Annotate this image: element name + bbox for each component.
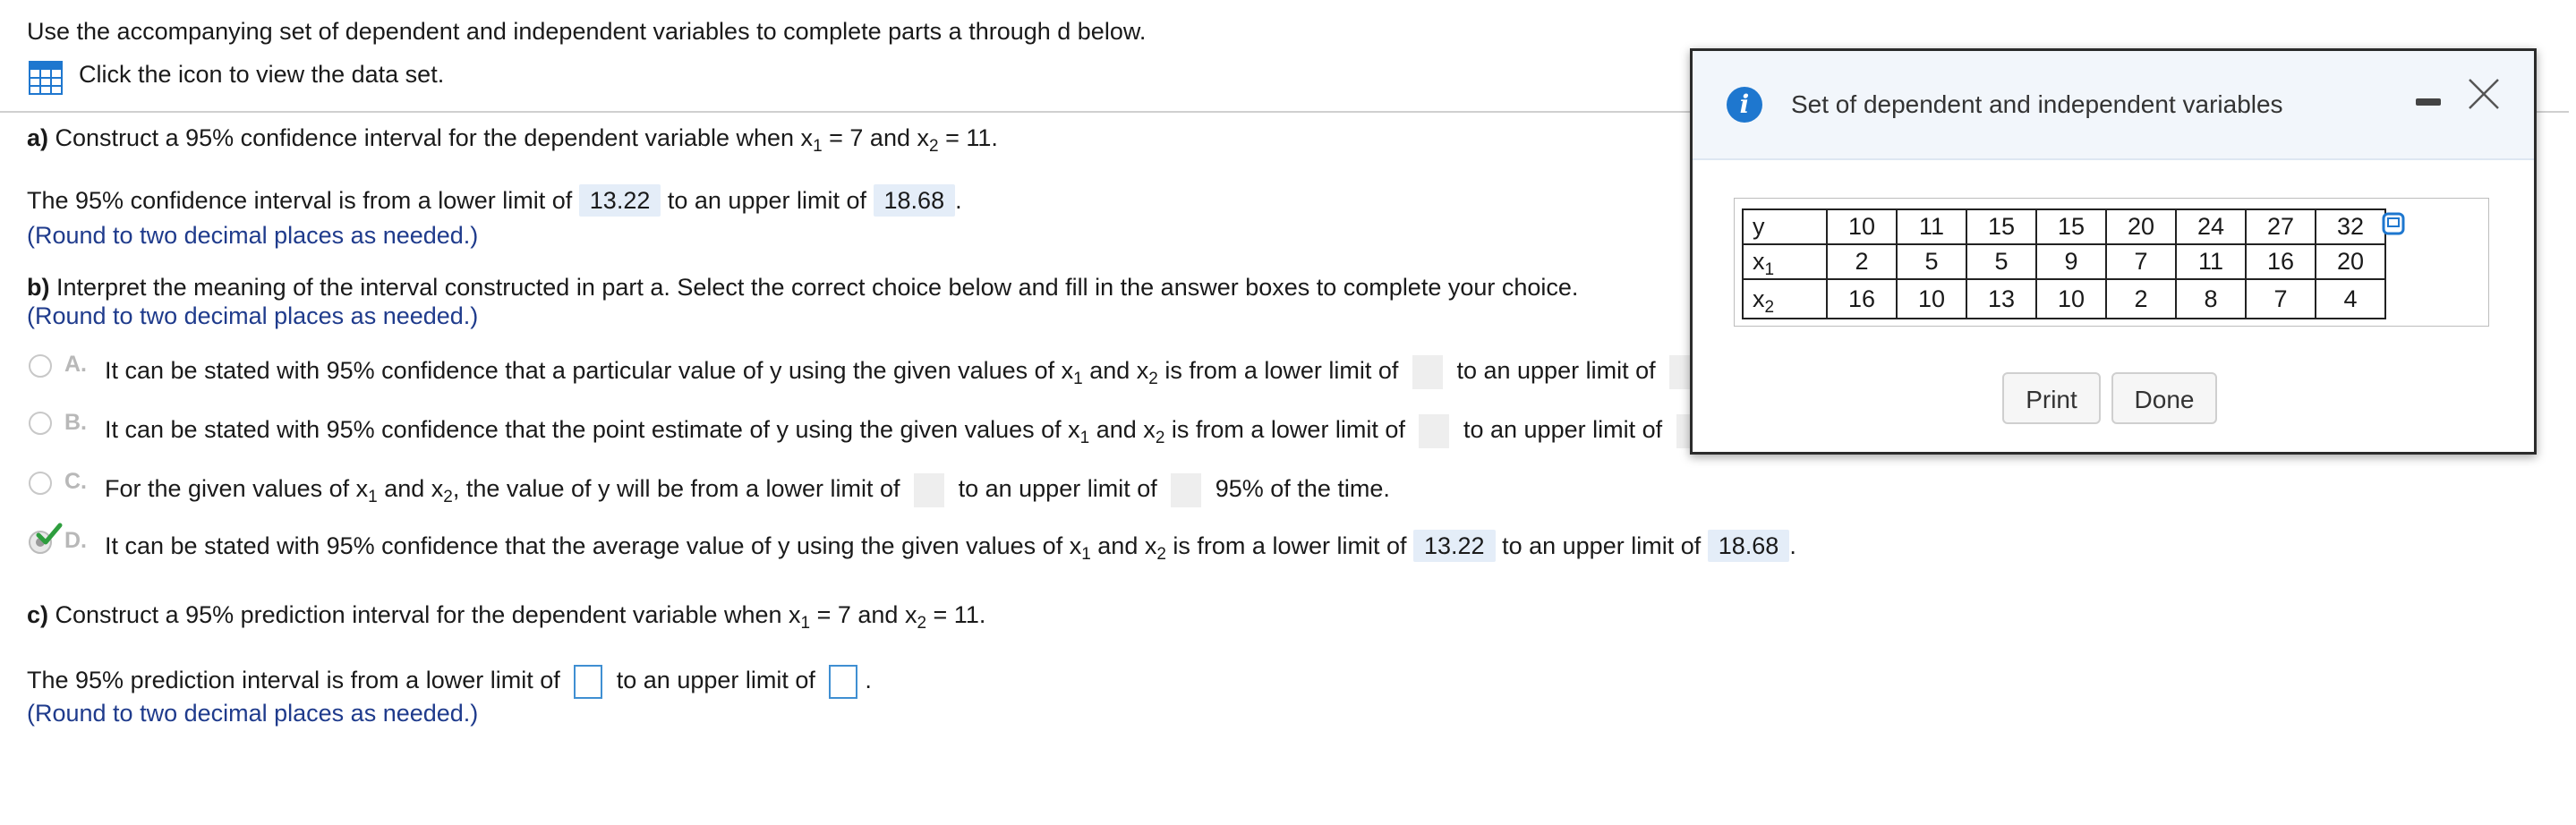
table-cell: 24	[2175, 208, 2247, 245]
choice-d-lower-input[interactable]: 13.22	[1413, 530, 1496, 562]
row-label-y: y	[1742, 208, 1828, 245]
grid-table-icon[interactable]	[29, 61, 63, 95]
part-a-lower-input[interactable]: 13.22	[578, 184, 661, 217]
choice-c-lower-input[interactable]	[914, 473, 945, 507]
choice-c-radio[interactable]	[29, 472, 52, 495]
data-table: y 10 11 15 15 20 24 27 32 x1 2 5 5 9 7 1…	[1742, 208, 2386, 319]
close-icon[interactable]	[2464, 74, 2503, 114]
choice-a-radio[interactable]	[29, 354, 52, 378]
dialog-header: i Set of dependent and independent varia…	[1693, 51, 2534, 160]
table-cell: 2	[1826, 243, 1898, 280]
choice-d-letter: D.	[64, 528, 87, 553]
choice-c-letter: C.	[64, 469, 87, 494]
copy-icon[interactable]	[2382, 212, 2405, 235]
table-row: x1 2 5 5 9 7 11 16 20	[1742, 243, 2386, 280]
dialog-title: Set of dependent and independent variabl…	[1791, 90, 2283, 118]
table-cell: 11	[1896, 208, 1967, 245]
data-set-dialog: i Set of dependent and independent varia…	[1690, 48, 2537, 455]
choice-a-letter: A.	[64, 352, 87, 377]
intro-text: Use the accompanying set of dependent an…	[27, 18, 1147, 45]
table-cell: 4	[2315, 278, 2386, 319]
choice-a-lower-input[interactable]	[1412, 355, 1443, 389]
choice-b-text: It can be stated with 95% confidence tha…	[105, 414, 1720, 448]
table-cell: 15	[2035, 208, 2107, 245]
checkmark-icon	[36, 523, 63, 545]
choice-d-upper-input[interactable]: 18.68	[1707, 530, 1790, 562]
table-cell: 10	[1826, 208, 1898, 245]
choice-c-upper-input[interactable]	[1171, 473, 1202, 507]
part-a-answer: The 95% confidence interval is from a lo…	[27, 184, 962, 217]
table-cell: 20	[2315, 243, 2386, 280]
choice-b-lower-input[interactable]	[1419, 414, 1450, 448]
part-c-answer: The 95% prediction interval is from a lo…	[27, 665, 872, 699]
table-cell: 8	[2175, 278, 2247, 319]
table-cell: 10	[1896, 278, 1967, 319]
part-b-hint: (Round to two decimal places as needed.)	[27, 302, 479, 329]
table-cell: 16	[2245, 243, 2316, 280]
row-label-x2: x2	[1742, 278, 1828, 319]
info-icon: i	[1727, 87, 1762, 123]
table-cell: 7	[2245, 278, 2316, 319]
data-set-link[interactable]: Click the icon to view the data set.	[79, 61, 444, 89]
part-a-hint: (Round to two decimal places as needed.)	[27, 222, 479, 249]
table-cell: 16	[1826, 278, 1898, 319]
choice-c-text: For the given values of x1 and x2, the v…	[105, 473, 1390, 507]
part-c-lower-input[interactable]	[574, 665, 603, 699]
print-button[interactable]: Print	[2002, 372, 2101, 424]
row-label-x1: x1	[1742, 243, 1828, 280]
part-c-upper-input[interactable]	[829, 665, 858, 699]
table-cell: 27	[2245, 208, 2316, 245]
table-cell: 20	[2105, 208, 2177, 245]
table-row: y 10 11 15 15 20 24 27 32	[1742, 208, 2386, 245]
part-b-question: b) Interpret the meaning of the interval…	[27, 274, 1579, 301]
table-cell: 11	[2175, 243, 2247, 280]
choice-b-letter: B.	[64, 410, 87, 435]
data-table-wrap: y 10 11 15 15 20 24 27 32 x1 2 5 5 9 7 1…	[1742, 208, 2386, 319]
choice-a-text: It can be stated with 95% confidence tha…	[105, 355, 1714, 389]
table-cell: 5	[1966, 243, 2037, 280]
choice-b-radio[interactable]	[29, 412, 52, 435]
table-cell: 10	[2035, 278, 2107, 319]
table-cell: 32	[2315, 208, 2386, 245]
part-a-question: a) Construct a 95% confidence interval f…	[27, 124, 998, 156]
table-cell: 9	[2035, 243, 2107, 280]
minimize-icon[interactable]	[2416, 98, 2441, 106]
part-c-hint: (Round to two decimal places as needed.)	[27, 700, 479, 727]
table-cell: 5	[1896, 243, 1967, 280]
table-cell: 15	[1966, 208, 2037, 245]
table-cell: 2	[2105, 278, 2177, 319]
table-row: x2 16 10 13 10 2 8 7 4	[1742, 278, 2386, 319]
table-cell: 13	[1966, 278, 2037, 319]
table-cell: 7	[2105, 243, 2177, 280]
choice-d-text: It can be stated with 95% confidence tha…	[105, 530, 1796, 563]
done-button[interactable]: Done	[2111, 372, 2217, 424]
part-c-question: c) Construct a 95% prediction interval f…	[27, 601, 986, 633]
part-a-upper-input[interactable]: 18.68	[873, 184, 956, 217]
